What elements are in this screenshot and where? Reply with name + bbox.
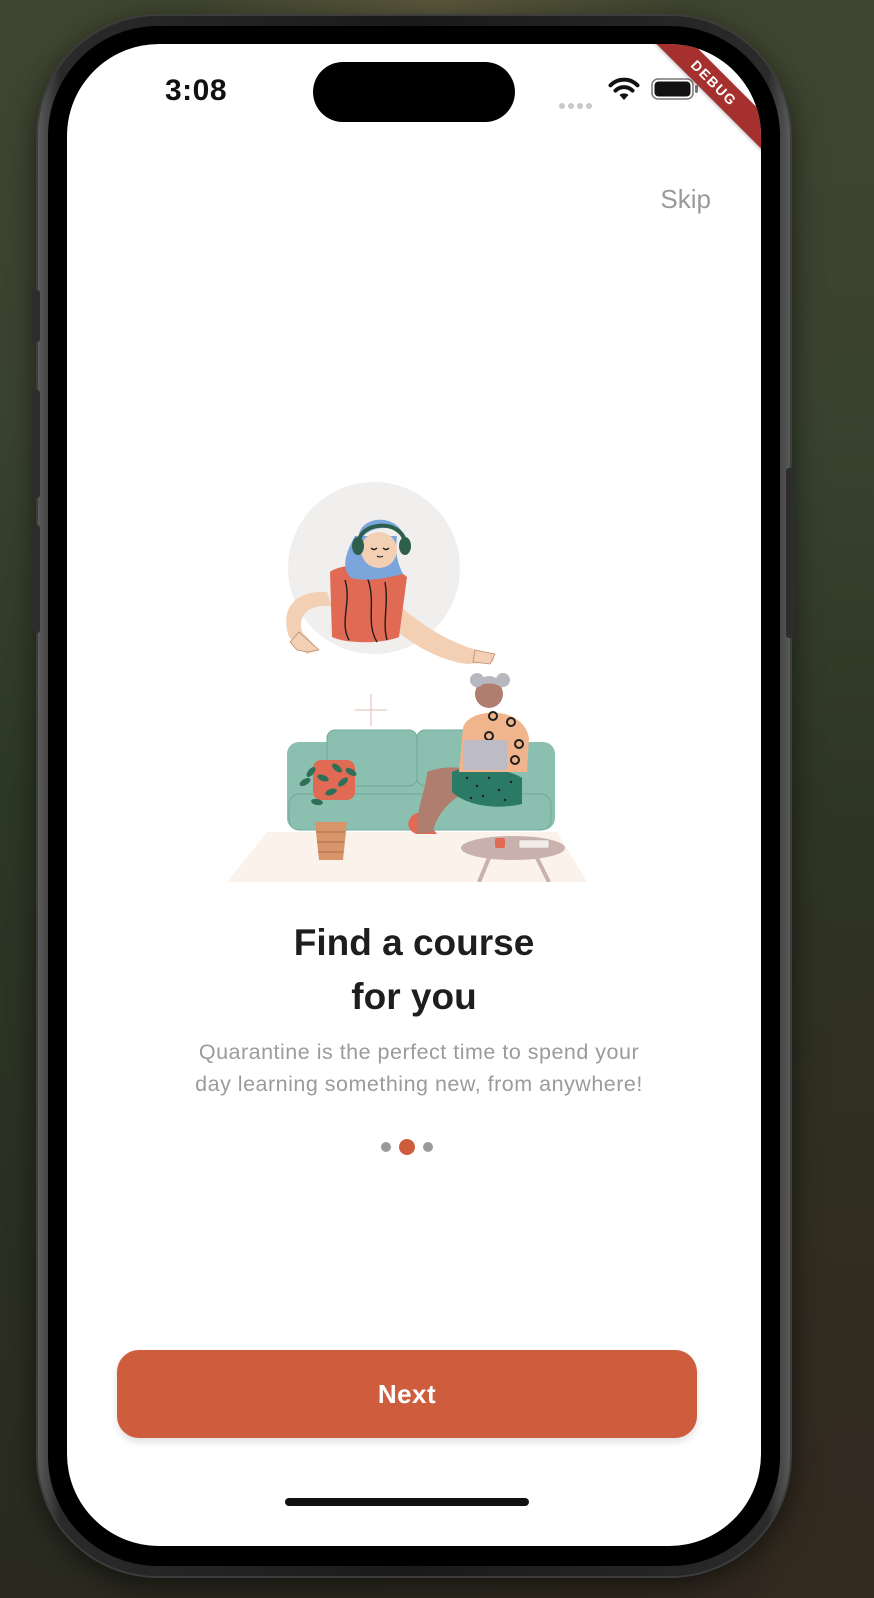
skip-button[interactable]: Skip xyxy=(660,184,711,215)
subtitle-line-2: day learning something new, from anywher… xyxy=(195,1072,643,1096)
status-time: 3:08 xyxy=(165,74,228,107)
volume-down-button xyxy=(32,525,40,633)
page-indicator xyxy=(377,1137,441,1157)
volume-up-button xyxy=(32,390,40,498)
laptop xyxy=(463,740,507,770)
page-dot-1[interactable] xyxy=(381,1142,391,1152)
title-line-2: for you xyxy=(351,976,477,1017)
power-button xyxy=(786,468,794,638)
signal-dots-icon xyxy=(559,96,599,109)
sparkle xyxy=(355,694,387,726)
onboarding-subtitle: Quarantine is the perfect time to spend … xyxy=(137,1036,701,1100)
action-button xyxy=(32,290,40,342)
battery-icon xyxy=(651,78,698,100)
dynamic-island xyxy=(313,62,515,122)
plant-pot xyxy=(315,822,347,860)
coffee-mug xyxy=(495,838,505,848)
page-dot-2-active[interactable] xyxy=(399,1139,415,1155)
home-indicator[interactable] xyxy=(285,1498,529,1506)
phone-screen: 3:08 DEBUG Skip Find a course for you Qu… xyxy=(67,44,761,1546)
book xyxy=(518,839,550,849)
subtitle-line-1: Quarantine is the perfect time to spend … xyxy=(198,1040,640,1064)
face xyxy=(361,532,397,568)
title-line-1: Find a course xyxy=(293,922,535,963)
coffee-table xyxy=(461,836,565,860)
next-button[interactable]: Next xyxy=(117,1350,697,1438)
wifi-icon xyxy=(608,77,640,100)
onboarding-title: Find a course for you xyxy=(67,916,761,1024)
page-dot-3[interactable] xyxy=(423,1142,433,1152)
onboarding-illustration xyxy=(227,482,587,882)
